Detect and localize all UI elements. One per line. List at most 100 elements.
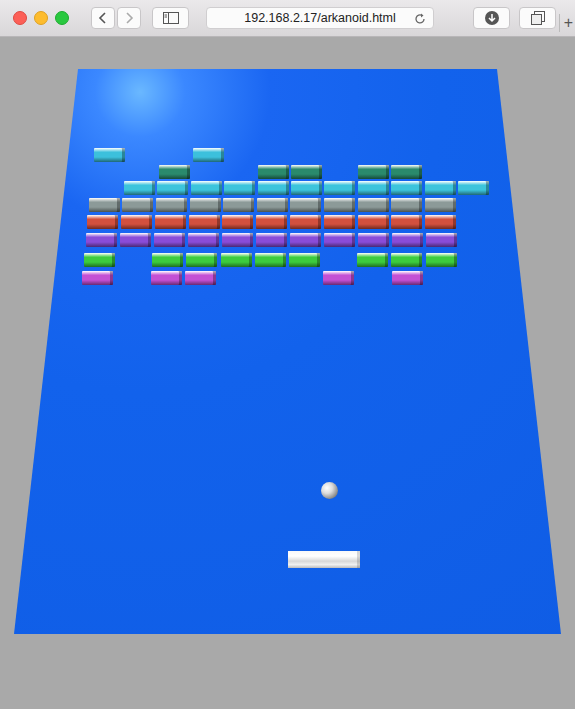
brick [391,215,422,229]
brick [190,198,221,212]
brick [358,233,389,247]
empty-slot [457,148,488,162]
empty-slot [424,148,455,162]
brick [324,198,355,212]
brick [193,148,224,162]
brick [289,253,320,267]
reload-icon[interactable] [414,13,426,25]
zoom-button[interactable] [55,11,69,25]
brick [290,233,321,247]
sidebar-icon [163,12,179,24]
empty-slot [127,148,158,162]
empty-slot [254,271,285,285]
brick [291,165,322,179]
brick [358,165,389,179]
brick [357,253,388,267]
brick [122,198,153,212]
empty-slot [357,271,388,285]
brick [222,215,253,229]
ball [321,482,338,499]
brick [121,215,152,229]
brick [391,198,422,212]
empty-slot [460,271,491,285]
brick [392,271,423,285]
brick [291,181,322,195]
back-icon [98,11,108,25]
brick [458,181,489,195]
board [0,37,575,709]
brick [89,198,120,212]
tabs-button[interactable] [519,7,556,29]
new-tab-button[interactable]: + [559,14,573,32]
sidebar-button[interactable] [152,7,189,29]
brick [222,233,253,247]
window-controls [13,11,69,25]
brick [255,253,286,267]
empty-slot [92,165,123,179]
empty-slot [391,148,422,162]
brick [324,233,355,247]
empty-slot [226,148,257,162]
forward-button[interactable] [117,7,141,29]
brick [223,198,254,212]
address-bar[interactable]: 192.168.2.17/arkanoid.html [206,7,434,29]
empty-slot [325,148,356,162]
brick [256,233,287,247]
brick [426,253,457,267]
brick [391,253,422,267]
empty-slot [457,165,488,179]
empty-slot [323,253,354,267]
empty-slot [220,271,251,285]
empty-slot [259,148,290,162]
toolbar: 192.168.2.17/arkanoid.html + [0,0,575,37]
brick [258,181,289,195]
brick [154,233,185,247]
brick-row [86,233,491,247]
brick [224,181,255,195]
brick [186,253,217,267]
brick [323,271,354,285]
brick [94,148,125,162]
back-button[interactable] [91,7,115,29]
brick [358,215,389,229]
brick [358,198,389,212]
brick [257,198,288,212]
empty-slot [225,165,256,179]
empty-slot [288,271,319,285]
minimize-button[interactable] [34,11,48,25]
brick [358,181,389,195]
brick-row [92,165,488,179]
brick-row [91,181,489,195]
empty-slot [460,233,491,247]
brick [152,253,183,267]
brick [87,215,118,229]
empty-slot [91,181,122,195]
brick [86,233,117,247]
empty-slot [125,165,156,179]
brick [425,215,456,229]
brick [151,271,182,285]
empty-slot [459,215,490,229]
empty-slot [116,271,147,285]
brick [324,215,355,229]
brick [82,271,113,285]
empty-slot [460,253,491,267]
empty-slot [118,253,149,267]
brick [425,181,456,195]
downloads-button[interactable] [473,7,510,29]
empty-slot [325,165,356,179]
brick [191,181,222,195]
brick [159,165,190,179]
brick [290,215,321,229]
forward-icon [124,11,134,25]
brick [221,253,252,267]
close-button[interactable] [13,11,27,25]
brick [391,181,422,195]
brick [155,215,186,229]
empty-slot [458,198,489,212]
paddle[interactable] [288,551,360,568]
brick-row [84,253,491,267]
brick [256,215,287,229]
download-icon [485,11,499,25]
brick [392,233,423,247]
